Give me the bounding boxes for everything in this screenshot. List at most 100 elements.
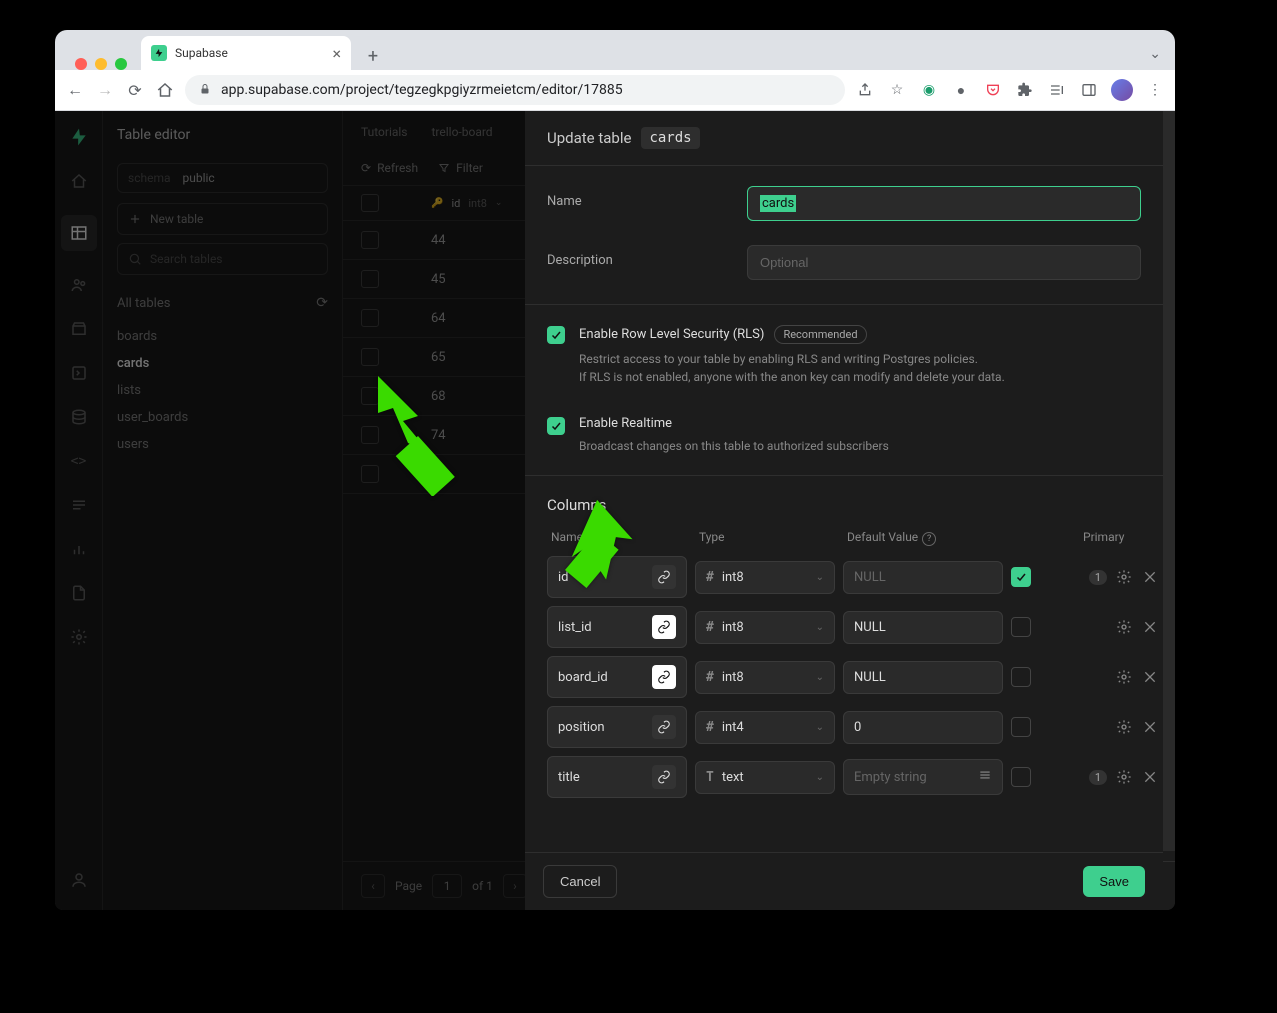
close-icon[interactable] — [1141, 618, 1159, 636]
sidebar-table-cards[interactable]: cards — [117, 350, 328, 377]
row-checkbox[interactable] — [361, 270, 379, 288]
maximize-window-icon[interactable] — [115, 58, 127, 70]
browser-tab[interactable]: Supabase × — [141, 36, 351, 70]
address-bar[interactable]: app.supabase.com/project/tegzegkpgiyzrme… — [185, 75, 845, 105]
column-default-input[interactable]: NULL — [843, 661, 1003, 694]
link-icon[interactable] — [652, 715, 676, 739]
column-default-input[interactable]: NULL — [843, 561, 1003, 594]
column-type-select[interactable]: #int4⌄ — [695, 711, 835, 744]
close-icon[interactable] — [1141, 768, 1159, 786]
cancel-button[interactable]: Cancel — [543, 865, 617, 898]
prev-page-button[interactable]: ‹ — [361, 874, 385, 898]
reports-nav-icon[interactable] — [69, 539, 89, 559]
breadcrumb-project[interactable]: Tutorials — [361, 125, 408, 139]
realtime-checkbox[interactable] — [547, 417, 565, 435]
filter-button[interactable]: Filter — [438, 161, 483, 175]
extension-1-icon[interactable]: ◉ — [919, 80, 939, 100]
panel-scrollbar[interactable] — [1163, 111, 1175, 851]
star-icon[interactable]: ☆ — [887, 80, 907, 100]
close-window-icon[interactable] — [75, 58, 87, 70]
link-icon[interactable] — [652, 665, 676, 689]
reading-list-icon[interactable] — [1047, 80, 1067, 100]
database-nav-icon[interactable] — [69, 407, 89, 427]
name-input[interactable]: cards — [747, 186, 1141, 221]
column-default-input[interactable]: NULL — [843, 611, 1003, 644]
gear-icon[interactable] — [1115, 568, 1133, 586]
close-icon[interactable] — [1141, 718, 1159, 736]
page-number[interactable]: 1 — [432, 874, 462, 898]
new-tab-button[interactable]: + — [359, 42, 387, 70]
link-icon[interactable] — [652, 615, 676, 639]
panel-icon[interactable] — [1079, 80, 1099, 100]
sidebar-table-users[interactable]: users — [117, 431, 328, 458]
row-checkbox[interactable] — [361, 309, 379, 327]
row-checkbox[interactable] — [361, 348, 379, 366]
row-checkbox[interactable] — [361, 231, 379, 249]
close-icon[interactable] — [1141, 568, 1159, 586]
primary-checkbox[interactable] — [1011, 667, 1031, 687]
row-checkbox[interactable] — [361, 387, 379, 405]
close-icon[interactable] — [1141, 668, 1159, 686]
gear-icon[interactable] — [1115, 718, 1133, 736]
primary-checkbox[interactable] — [1011, 617, 1031, 637]
minimize-window-icon[interactable] — [95, 58, 107, 70]
next-page-button[interactable]: › — [503, 874, 527, 898]
refresh-button[interactable]: ⟳ Refresh — [361, 161, 418, 175]
pocket-icon[interactable] — [983, 80, 1003, 100]
primary-checkbox[interactable] — [1011, 567, 1031, 587]
menu-dots-icon[interactable]: ⋮ — [1145, 80, 1165, 100]
close-tab-icon[interactable]: × — [332, 44, 341, 63]
back-icon[interactable]: ← — [65, 80, 85, 100]
primary-checkbox[interactable] — [1011, 717, 1031, 737]
rls-checkbox[interactable] — [547, 326, 565, 344]
row-checkbox[interactable] — [361, 426, 379, 444]
column-name-input[interactable]: list_id — [547, 606, 687, 648]
auth-nav-icon[interactable] — [69, 275, 89, 295]
sidebar-table-user_boards[interactable]: user_boards — [117, 404, 328, 431]
home-icon[interactable] — [155, 80, 175, 100]
column-name-input[interactable]: position — [547, 706, 687, 748]
new-table-button[interactable]: New table — [117, 203, 328, 235]
row-checkbox[interactable] — [361, 465, 379, 483]
gear-icon[interactable] — [1115, 668, 1133, 686]
sidebar-table-lists[interactable]: lists — [117, 377, 328, 404]
list-nav-icon[interactable] — [69, 495, 89, 515]
column-type-select[interactable]: #int8⌄ — [695, 661, 835, 694]
sidebar-table-boards[interactable]: boards — [117, 323, 328, 350]
column-type-select[interactable]: #int8⌄ — [695, 561, 835, 594]
select-all-checkbox[interactable] — [361, 194, 379, 212]
refresh-tables-icon[interactable]: ⟳ — [316, 295, 328, 311]
functions-nav-icon[interactable] — [69, 363, 89, 383]
gear-icon[interactable] — [1115, 618, 1133, 636]
search-tables-input[interactable]: Search tables — [117, 243, 328, 275]
storage-nav-icon[interactable] — [69, 319, 89, 339]
link-icon[interactable] — [652, 565, 676, 589]
column-name-input[interactable]: board_id — [547, 656, 687, 698]
breadcrumb-item[interactable]: trello-board — [432, 125, 493, 139]
home-nav-icon[interactable] — [69, 171, 89, 191]
extension-2-icon[interactable]: ● — [951, 80, 971, 100]
share-icon[interactable] — [855, 80, 875, 100]
settings-nav-icon[interactable] — [69, 627, 89, 647]
tabs-chevron-down-icon[interactable]: ⌄ — [1149, 46, 1161, 62]
description-input[interactable] — [747, 245, 1141, 280]
schema-selector[interactable]: schema public — [117, 163, 328, 193]
gear-icon[interactable] — [1115, 768, 1133, 786]
column-header-id[interactable]: 🔑 id int8 ⌄ — [431, 197, 502, 210]
save-button[interactable]: Save — [1083, 866, 1145, 897]
column-name-input[interactable]: title — [547, 756, 687, 798]
link-icon[interactable] — [652, 765, 676, 789]
reload-icon[interactable]: ⟳ — [125, 80, 145, 100]
column-default-input[interactable]: Empty string — [843, 759, 1003, 795]
profile-avatar-icon[interactable] — [1111, 79, 1133, 101]
help-icon[interactable]: ? — [922, 532, 936, 546]
list-icon[interactable] — [978, 768, 992, 786]
extensions-puzzle-icon[interactable] — [1015, 80, 1035, 100]
api-nav-icon[interactable]: <> — [69, 451, 89, 471]
column-default-input[interactable]: 0 — [843, 711, 1003, 744]
user-nav-icon[interactable] — [69, 870, 89, 890]
column-type-select[interactable]: Ttext⌄ — [695, 761, 835, 794]
table-editor-nav-icon[interactable] — [61, 215, 97, 251]
docs-nav-icon[interactable] — [69, 583, 89, 603]
column-type-select[interactable]: #int8⌄ — [695, 611, 835, 644]
